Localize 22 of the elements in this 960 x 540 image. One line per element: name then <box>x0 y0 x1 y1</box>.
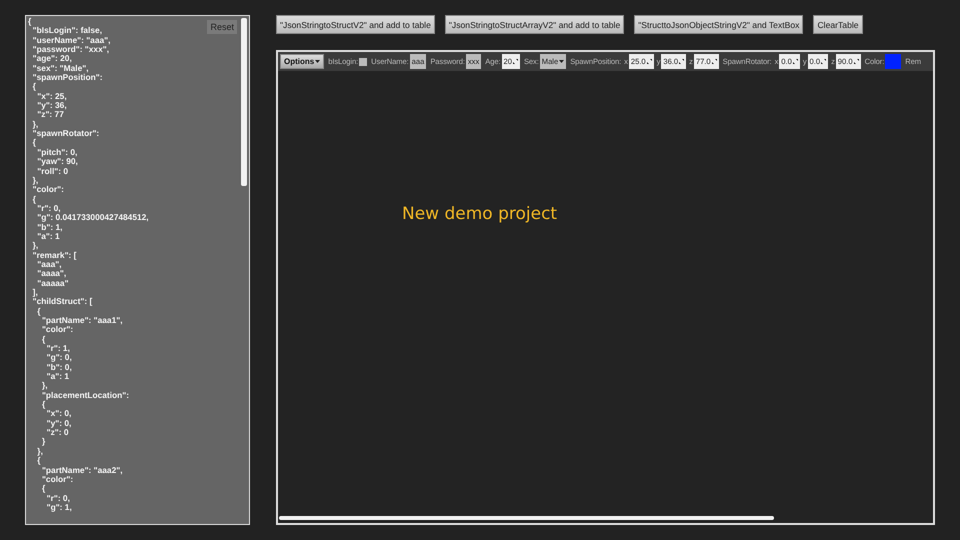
spinner-arrows-icon <box>854 59 859 64</box>
spinner-arrows-icon <box>712 59 717 64</box>
caret-icon <box>315 60 320 63</box>
scrollbar-thumb[interactable] <box>279 516 774 520</box>
spinner-arrows-icon <box>646 59 652 64</box>
caret-icon <box>559 60 564 63</box>
spinner-arrows-icon <box>679 59 684 64</box>
json-text-area[interactable] <box>25 15 250 525</box>
scrollbar-thumb[interactable] <box>241 18 247 186</box>
options-menu-button[interactable]: Options <box>280 54 324 69</box>
action-button[interactable]: "JsonStringtoStructArrayV2" and add to table <box>444 15 624 34</box>
action-button[interactable]: "StructtoJsonObjectStringV2" and TextBox <box>634 15 804 34</box>
json-text: { "bIsLogin": false, "userName": "aaa", "password": "xxx", "age": 20, "sex": "Male", "spawnPosition": { "x": 25, "y": 36, "z": 77 }, "spawnRotator": { "pitch": 0, "yaw": 90, "roll": 0 }, "color": { "r": 0, "g": 0.041733000427484512, "b": 1, "a": 1 }, "remark": [ "aaa", "aaaa", "aaaaa" ], "childStruct": [ { "partName": "aaa1", "color": { "r": 1, "g": 0, "b": 0, "a": 1 }, "placementLocation": { "x": 0, "y": 0, "z": 0 } }, { "partName": "aaa2", "color": { "r": 0, "g": 1, <box>27 16 149 512</box>
checkbox[interactable] <box>359 58 368 66</box>
spinner-arrows-icon <box>821 59 826 64</box>
viewport-title: New demo project <box>402 204 558 224</box>
reset-button[interactable]: Reset <box>207 20 237 34</box>
spinner-arrows-icon <box>792 59 798 64</box>
color-swatch[interactable] <box>885 54 902 69</box>
action-button[interactable]: ClearTable <box>813 15 863 34</box>
action-button[interactable]: "JsonStringtoStructV2" and add to table <box>276 15 435 34</box>
spinner-arrows-icon <box>512 59 518 64</box>
